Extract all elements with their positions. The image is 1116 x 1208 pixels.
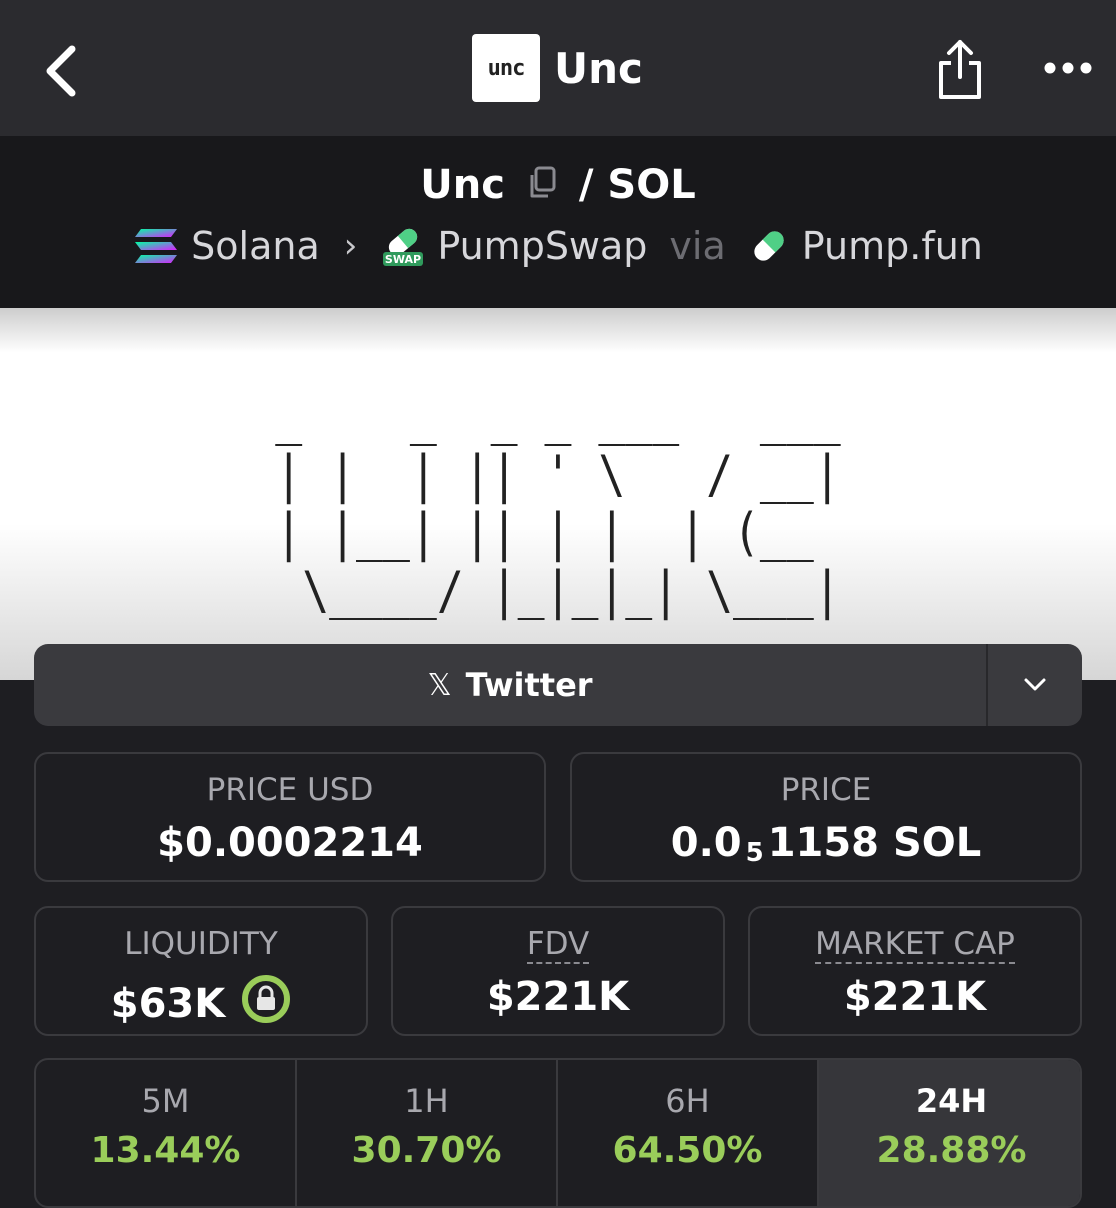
token-logo-text: unc <box>487 55 526 81</box>
price-usd-value: $0.0002214 <box>36 820 544 866</box>
x-logo-icon: 𝕏 <box>427 667 452 703</box>
twitter-button[interactable]: 𝕏 Twitter <box>34 644 986 726</box>
liquidity-lock-badge[interactable] <box>241 974 291 1034</box>
market-cap-card[interactable]: MARKET CAP $221K <box>748 906 1082 1036</box>
tab-5m-label: 5M <box>141 1082 190 1120</box>
price-native-card: PRICE 0.0 5 1158 SOL <box>570 752 1082 882</box>
lock-icon <box>242 975 291 1023</box>
tab-24h[interactable]: 24H 28.88% <box>819 1060 1080 1206</box>
copy-icon <box>530 166 556 198</box>
price-prefix: 0.0 <box>670 820 742 866</box>
pill-icon <box>754 231 784 261</box>
base-token-symbol: Unc <box>420 162 505 208</box>
chevron-left-icon <box>46 45 76 97</box>
pair-route: Solana › SWAP PumpSwap via Pump.fun <box>0 224 1116 268</box>
market-cap-label-text: MARKET CAP <box>815 926 1015 964</box>
fdv-card[interactable]: FDV $221K <box>391 906 725 1036</box>
tab-1h-label: 1H <box>404 1082 449 1120</box>
pair-title: Unc / SOL <box>0 162 1116 210</box>
fdv-label: FDV <box>393 926 723 964</box>
back-button[interactable] <box>30 36 90 106</box>
dex-name: PumpSwap <box>437 224 648 268</box>
tab-24h-label: 24H <box>915 1082 988 1120</box>
dex-link[interactable]: SWAP PumpSwap <box>381 224 647 268</box>
price-usd-card: PRICE USD $0.0002214 <box>34 752 546 882</box>
tab-6h-value: 64.50% <box>612 1130 763 1171</box>
price-native-value: 0.0 5 1158 SOL <box>572 820 1080 868</box>
price-suffix: 1158 SOL <box>767 820 982 866</box>
market-cap-amount: $221K <box>843 974 987 1020</box>
token-banner: _ _ _ _ ___ ___ | | | || ' \ / __| | |__… <box>0 308 1116 680</box>
tab-1h[interactable]: 1H 30.70% <box>297 1060 558 1206</box>
quote-token-symbol: SOL <box>607 162 696 208</box>
price-zero-count: 5 <box>745 838 764 868</box>
more-dots-icon <box>1044 62 1092 74</box>
fdv-amount: $221K <box>486 974 630 1020</box>
tab-5m[interactable]: 5M 13.44% <box>36 1060 297 1206</box>
price-usd-label: PRICE USD <box>206 772 374 808</box>
fdv-label-text: FDV <box>526 926 590 964</box>
liquidity-value: $63K <box>36 974 366 1034</box>
pair-separator: / <box>578 162 594 208</box>
chain-link[interactable]: Solana <box>133 224 320 268</box>
tab-6h-label: 6H <box>665 1082 710 1120</box>
tab-1h-value: 30.70% <box>351 1130 502 1171</box>
links-dropdown-button[interactable] <box>988 644 1082 726</box>
via-label: via <box>669 224 726 268</box>
pair-info: Unc / SOL Solana › SWAP PumpSwap via Pum… <box>0 136 1116 308</box>
solana-logo-icon <box>135 229 178 263</box>
market-cap-label: MARKET CAP <box>750 926 1080 964</box>
share-button[interactable] <box>928 34 992 104</box>
fdv-value: $221K <box>393 974 723 1020</box>
share-icon <box>939 40 981 99</box>
tab-5m-value: 13.44% <box>90 1130 241 1171</box>
tab-6h[interactable]: 6H 64.50% <box>558 1060 819 1206</box>
top-nav-bar: unc Unc <box>0 0 1116 136</box>
token-name: Unc <box>554 43 643 93</box>
market-cap-value: $221K <box>750 974 1080 1020</box>
svg-text:SWAP: SWAP <box>385 253 421 266</box>
banner-ascii-art: _ _ _ _ ___ ___ | | | || ' \ / __| | |__… <box>275 387 841 621</box>
price-native-label: PRICE <box>780 772 872 808</box>
more-options-button[interactable] <box>1036 46 1100 90</box>
token-header: unc Unc <box>472 34 643 102</box>
chevron-down-icon <box>1024 678 1046 691</box>
twitter-label: Twitter <box>465 666 593 704</box>
copy-address-button[interactable] <box>527 164 557 210</box>
price-usd-amount: $0.0002214 <box>157 820 423 866</box>
liquidity-card: LIQUIDITY $63K <box>34 906 368 1036</box>
chain-name: Solana <box>191 224 320 268</box>
liquidity-label: LIQUIDITY <box>124 926 278 962</box>
tab-24h-value: 28.88% <box>876 1130 1027 1171</box>
social-links-bar: 𝕏 Twitter <box>34 644 1082 726</box>
liquidity-amount: $63K <box>110 981 226 1027</box>
token-logo: unc <box>472 34 540 102</box>
launchpad-name: Pump.fun <box>801 224 983 268</box>
price-change-tabs: 5M 13.44% 1H 30.70% 6H 64.50% 24H 28.88% <box>34 1058 1082 1208</box>
launchpad-link[interactable]: Pump.fun <box>748 224 983 268</box>
chevron-right-icon: › <box>343 226 358 266</box>
pumpswap-logo-icon: SWAP <box>383 228 424 266</box>
